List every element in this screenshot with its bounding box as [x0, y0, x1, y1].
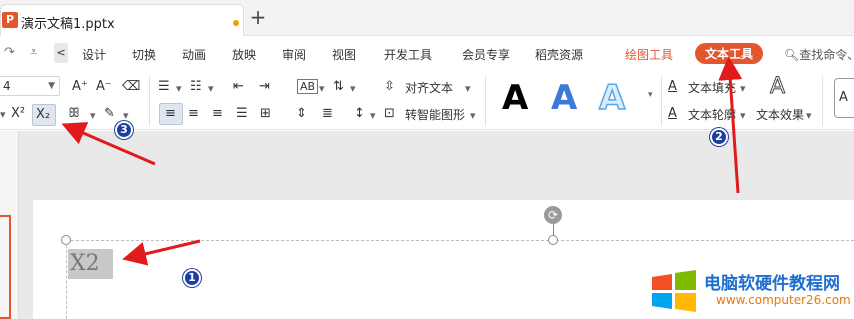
watermark-title: 电脑软硬件教程网: [704, 274, 840, 294]
search-icon: 🔍︎: [784, 48, 800, 62]
redo-icon[interactable]: ↷: [4, 45, 15, 60]
chevron-down-icon: ▼: [48, 81, 55, 91]
align-center-button[interactable]: ≡: [188, 105, 199, 123]
superscript-button[interactable]: X²: [11, 105, 25, 123]
watermark: 电脑软硬件教程网 www.computer26.com: [650, 265, 854, 319]
wordart-style-black[interactable]: A: [502, 78, 528, 118]
shape-style-preview[interactable]: A: [834, 78, 854, 118]
text-fill-button[interactable]: 文本填充: [688, 79, 736, 96]
sort-icon[interactable]: ⇅: [333, 78, 344, 96]
clear-format-button[interactable]: ⌫: [122, 78, 140, 96]
tab-bar: P 演示文稿1.pptx +: [0, 0, 854, 36]
windows-logo-icon: [652, 270, 696, 312]
ribbon-divider: [822, 76, 823, 126]
scroll-tabs-left-button[interactable]: <: [54, 43, 68, 63]
tab-slideshow[interactable]: 放映: [232, 46, 256, 63]
chevron-down-icon: ▾: [370, 109, 376, 122]
watermark-url: www.computer26.com: [716, 293, 851, 307]
grow-font-button[interactable]: A⁺: [72, 78, 88, 96]
text-outline-button[interactable]: 文本轮廓: [688, 106, 736, 123]
subscript-button[interactable]: X₂: [32, 104, 56, 126]
tab-member[interactable]: 会员专享: [462, 46, 510, 63]
justify-button[interactable]: ☰: [236, 105, 248, 123]
increase-indent-icon[interactable]: ⇥: [259, 78, 270, 96]
tab-view[interactable]: 视图: [332, 46, 356, 63]
ribbon-divider: [485, 76, 486, 126]
wordart-style-blue[interactable]: A: [551, 78, 577, 118]
highlight-eraser-button[interactable]: ✎: [104, 105, 115, 123]
chevron-down-icon: ▾: [0, 108, 6, 121]
rotate-handle-icon[interactable]: ⟳: [544, 206, 562, 224]
shrink-font-button[interactable]: A⁻: [96, 78, 112, 96]
chevron-down-icon: ▾: [470, 109, 476, 122]
chevron-down-icon: ▾: [740, 109, 746, 122]
align-right-button[interactable]: ≡: [212, 105, 223, 123]
gallery-expand-icon[interactable]: ▾: [648, 90, 653, 100]
chevron-down-icon: ▾: [208, 82, 214, 95]
text-fill-icon: A: [668, 79, 677, 94]
tab-transitions[interactable]: 切换: [132, 46, 156, 63]
distribute-button[interactable]: ⊞: [260, 105, 271, 123]
step-marker-2: 2: [710, 128, 728, 146]
line-spacing-icon[interactable]: ⇕: [296, 105, 307, 123]
phonetic-guide-button[interactable]: ꕥ: [68, 105, 80, 123]
text-outline-icon: A: [668, 106, 677, 121]
shape-style-letter: A: [839, 90, 848, 105]
align-text-button[interactable]: 对齐文本: [405, 79, 453, 96]
decrease-indent-icon[interactable]: ⇤: [233, 78, 244, 96]
resize-handle-top-center[interactable]: [548, 235, 558, 245]
tab-review[interactable]: 审阅: [282, 46, 306, 63]
tab-text-tools[interactable]: 文本工具: [695, 43, 764, 64]
presentation-file-icon: P: [2, 12, 18, 28]
bullet-list-icon[interactable]: ☰: [158, 78, 170, 96]
text-direction-icon[interactable]: AB: [297, 79, 319, 94]
line-spacing-dropdown-icon[interactable]: ↕: [354, 105, 365, 123]
chevron-down-icon: ▾: [350, 82, 356, 95]
document-tab[interactable]: P 演示文稿1.pptx: [0, 4, 244, 36]
resize-handle-top-left[interactable]: [61, 235, 71, 245]
tab-drawing-tools[interactable]: 绘图工具: [625, 46, 673, 63]
tab-developer[interactable]: 开发工具: [384, 46, 432, 63]
chevron-down-icon: ▾: [319, 82, 325, 95]
align-left-icon: ≡: [165, 106, 176, 121]
new-tab-button[interactable]: +: [249, 7, 267, 27]
menu-bar: ↷ ⩡ < 设计 切换 动画 放映 审阅 视图 开发工具 会员专享 稻壳资源 绘…: [0, 37, 854, 70]
tab-design[interactable]: 设计: [82, 46, 106, 63]
smart-graphic-button[interactable]: 转智能图形: [405, 106, 465, 123]
align-left-button[interactable]: ≡: [159, 103, 183, 125]
chevron-down-icon: ▾: [90, 109, 96, 122]
paragraph-spacing-icon[interactable]: ≣: [322, 105, 333, 123]
tab-animations[interactable]: 动画: [182, 46, 206, 63]
selected-text[interactable]: X2: [68, 249, 113, 279]
ribbon-divider: [149, 76, 150, 126]
font-size-select[interactable]: 4 ▼: [0, 76, 60, 96]
smart-graphic-icon: ⊡: [384, 106, 395, 121]
step-marker-1: 1: [183, 269, 201, 287]
selected-slide-thumbnail[interactable]: [0, 215, 11, 319]
chevron-down-icon: ▾: [740, 82, 746, 95]
chevron-down-icon: ▾: [176, 82, 182, 95]
document-title: 演示文稿1.pptx: [21, 17, 115, 32]
unsaved-indicator: [233, 20, 239, 26]
numbered-list-icon[interactable]: ☷: [190, 78, 202, 96]
chevron-down-icon: ▾: [465, 82, 471, 95]
align-text-icon: ⇳: [384, 79, 395, 94]
ribbon-divider: [661, 76, 662, 126]
command-search[interactable]: 🔍︎查找命令、: [784, 46, 854, 63]
chevron-down-icon: ▾: [806, 109, 812, 122]
text-effect-icon: A: [769, 74, 786, 100]
customize-toolbar-icon[interactable]: ⩡: [30, 45, 37, 60]
subscript-label: X₂: [36, 107, 51, 122]
step-marker-3: 3: [115, 121, 133, 139]
tab-docer-resources[interactable]: 稻壳资源: [535, 46, 583, 63]
wordart-style-outline[interactable]: A: [598, 77, 626, 119]
text-effect-button[interactable]: 文本效果: [756, 106, 804, 123]
